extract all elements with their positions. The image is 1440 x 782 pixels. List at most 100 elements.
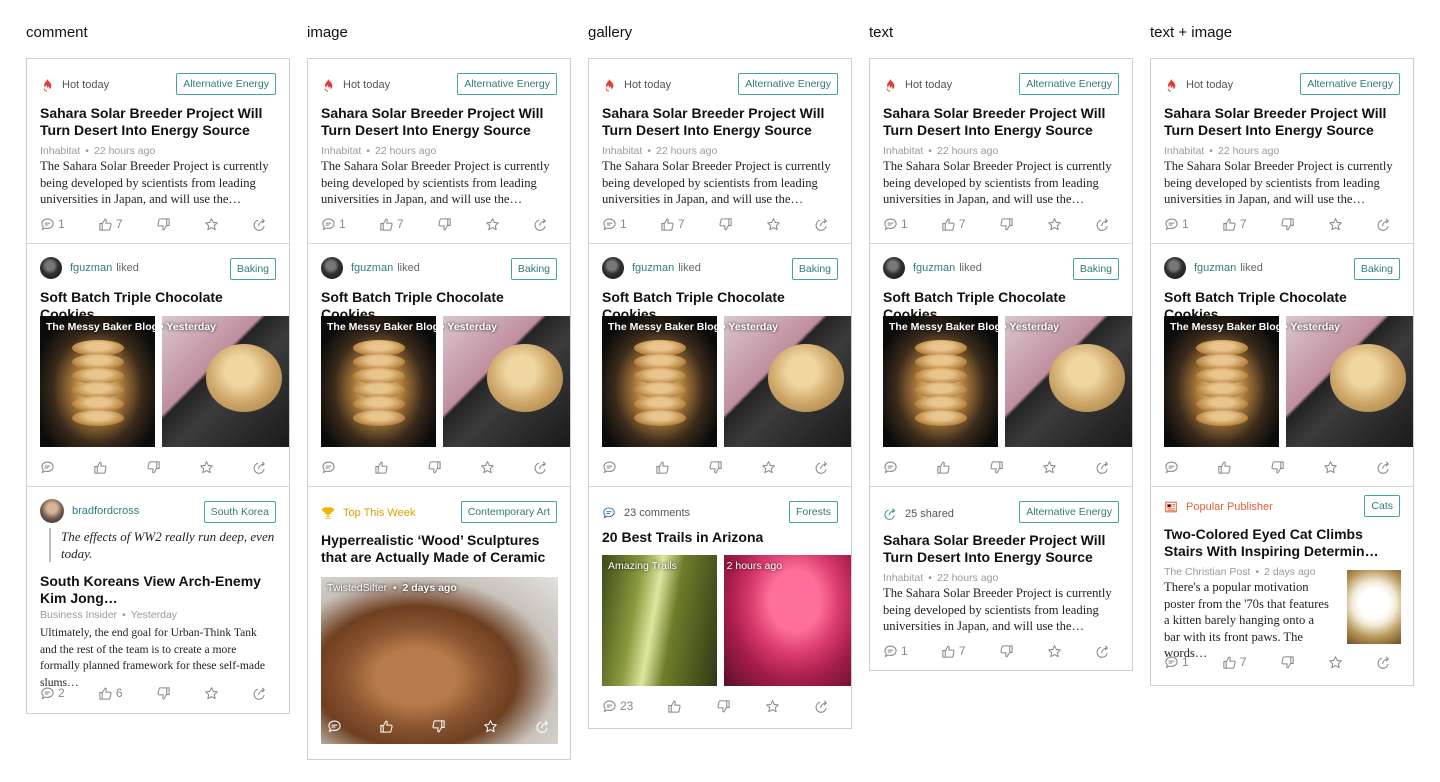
topic-tag[interactable]: Baking xyxy=(510,258,557,280)
liked-card[interactable]: fguzman liked Baking Soft Batch Triple Ch… xyxy=(870,244,1132,487)
article-title[interactable]: Hyperrealistic ‘Wood’ Sculptures that ar… xyxy=(321,532,557,566)
save-button[interactable] xyxy=(1047,644,1062,659)
liked-card[interactable]: fguzman liked Baking Soft Batch Triple Ch… xyxy=(27,244,289,487)
liked-card[interactable]: fguzman liked Baking Soft Batch Triple Ch… xyxy=(308,244,570,487)
like-button[interactable]: 7 xyxy=(1222,655,1247,670)
dislike-button[interactable] xyxy=(1270,460,1285,475)
photo-cookie-single[interactable]: • Yesterday xyxy=(162,316,289,447)
photo-cookie-stack[interactable]: The Messy Baker Blog xyxy=(883,316,998,447)
avatar[interactable] xyxy=(602,257,624,279)
topic-tag[interactable]: Alternative Energy xyxy=(1019,501,1119,523)
save-button[interactable] xyxy=(1328,217,1343,232)
topic-tag[interactable]: Alternative Energy xyxy=(1019,73,1119,95)
hot-today-card[interactable]: Hot today Alternative Energy Sahara Sola… xyxy=(1151,59,1413,244)
hot-today-card[interactable]: Hot today Alternative Energy Sahara Sola… xyxy=(870,59,1132,244)
topic-tag[interactable]: Alternative Energy xyxy=(457,73,557,95)
photo-cookie-single[interactable]: • Yesterday xyxy=(1005,316,1132,447)
article-title[interactable]: Sahara Solar Breeder Project Will Turn D… xyxy=(883,105,1119,139)
share-button[interactable] xyxy=(814,699,829,714)
article-title[interactable]: Two-Colored Eyed Cat Climbs Stairs With … xyxy=(1164,526,1400,560)
dislike-button[interactable] xyxy=(156,686,171,701)
like-button[interactable] xyxy=(936,460,951,475)
save-button[interactable] xyxy=(1323,460,1338,475)
top-this-week-card[interactable]: Top This Week Contemporary Art Hyperreal… xyxy=(308,487,570,759)
username[interactable]: fguzman xyxy=(913,262,955,274)
photo-cookie-single[interactable]: • Yesterday xyxy=(1286,316,1413,447)
comment-button[interactable]: 1 xyxy=(602,217,627,232)
liked-card[interactable]: fguzman liked Baking Soft Batch Triple Ch… xyxy=(589,244,851,487)
article-title[interactable]: Sahara Solar Breeder Project Will Turn D… xyxy=(321,105,557,139)
share-button[interactable] xyxy=(1376,655,1391,670)
dislike-button[interactable] xyxy=(437,217,452,232)
share-button[interactable] xyxy=(814,460,829,475)
save-button[interactable] xyxy=(480,460,495,475)
share-button[interactable] xyxy=(533,217,548,232)
save-button[interactable] xyxy=(761,460,776,475)
share-button[interactable] xyxy=(533,460,548,475)
save-button[interactable] xyxy=(204,217,219,232)
photo-cookie-stack[interactable]: The Messy Baker Blog xyxy=(602,316,717,447)
share-button[interactable] xyxy=(814,217,829,232)
share-button[interactable] xyxy=(1095,644,1110,659)
avatar[interactable] xyxy=(883,257,905,279)
comment-button[interactable]: 1 xyxy=(883,644,908,659)
hot-today-card[interactable]: Hot today Alternative Energy Sahara Sola… xyxy=(27,59,289,244)
comment-button[interactable] xyxy=(40,460,55,475)
username[interactable]: fguzman xyxy=(1194,262,1236,274)
dislike-button[interactable] xyxy=(427,460,442,475)
comment-button[interactable]: 1 xyxy=(321,217,346,232)
topic-tag[interactable]: Alternative Energy xyxy=(1300,73,1400,95)
save-button[interactable] xyxy=(765,699,780,714)
comment-button[interactable]: 1 xyxy=(1164,217,1189,232)
username[interactable]: fguzman xyxy=(351,262,393,274)
dislike-button[interactable] xyxy=(999,217,1014,232)
like-button[interactable]: 7 xyxy=(941,644,966,659)
dislike-button[interactable] xyxy=(1280,217,1295,232)
gallery-card[interactable]: 23 comments Forests 20 Best Trails in Ar… xyxy=(589,487,851,728)
like-button[interactable]: 6 xyxy=(98,686,123,701)
comment-card[interactable]: bradfordcross South Korea The effects of… xyxy=(27,487,289,713)
article-title[interactable]: Sahara Solar Breeder Project Will Turn D… xyxy=(602,105,838,139)
like-button[interactable]: 7 xyxy=(941,217,966,232)
comment-button[interactable] xyxy=(602,460,617,475)
dislike-button[interactable] xyxy=(999,644,1014,659)
liked-card[interactable]: fguzman liked Baking Soft Batch Triple Ch… xyxy=(1151,244,1413,487)
topic-tag[interactable]: Baking xyxy=(1072,258,1119,280)
like-button[interactable]: 7 xyxy=(379,217,404,232)
share-button[interactable] xyxy=(1376,217,1391,232)
photo-cookie-single[interactable]: • Yesterday xyxy=(443,316,570,447)
comment-button[interactable]: 1 xyxy=(1164,655,1189,670)
save-button[interactable] xyxy=(1047,217,1062,232)
share-button[interactable] xyxy=(1376,460,1391,475)
topic-tag[interactable]: Cats xyxy=(1364,495,1400,517)
avatar[interactable] xyxy=(321,257,343,279)
comment-button[interactable] xyxy=(321,460,336,475)
article-title[interactable]: South Koreans View Arch-Enemy Kim Jong… xyxy=(40,573,276,607)
like-button[interactable] xyxy=(374,460,389,475)
save-button[interactable] xyxy=(199,460,214,475)
comment-button[interactable] xyxy=(1164,460,1179,475)
photo-cookie-stack[interactable]: The Messy Baker Blog xyxy=(1164,316,1279,447)
topic-tag[interactable]: Alternative Energy xyxy=(176,73,276,95)
shared-text-card[interactable]: 25 shared Alternative Energy Sahara Sola… xyxy=(870,487,1132,670)
topic-tag[interactable]: Alternative Energy xyxy=(738,73,838,95)
comment-button[interactable] xyxy=(883,460,898,475)
photo-cookie-single[interactable]: • Yesterday xyxy=(724,316,851,447)
photo-cookie-stack[interactable]: The Messy Baker Blog xyxy=(40,316,155,447)
username[interactable]: fguzman xyxy=(632,262,674,274)
avatar[interactable] xyxy=(1164,257,1186,279)
like-button[interactable]: 7 xyxy=(98,217,123,232)
article-title[interactable]: Sahara Solar Breeder Project Will Turn D… xyxy=(883,532,1119,566)
topic-tag[interactable]: South Korea xyxy=(203,501,276,523)
username[interactable]: fguzman xyxy=(70,262,112,274)
save-button[interactable] xyxy=(485,217,500,232)
hot-today-card[interactable]: Hot today Alternative Energy Sahara Sola… xyxy=(589,59,851,244)
photo-pink-tree[interactable]: • 2 hours ago xyxy=(724,555,851,686)
dislike-button[interactable] xyxy=(708,460,723,475)
comment-button[interactable]: 1 xyxy=(883,217,908,232)
like-button[interactable]: 7 xyxy=(660,217,685,232)
article-title[interactable]: Sahara Solar Breeder Project Will Turn D… xyxy=(40,105,276,139)
topic-tag[interactable]: Baking xyxy=(791,258,838,280)
like-button[interactable] xyxy=(379,719,394,734)
avatar[interactable] xyxy=(40,257,62,279)
